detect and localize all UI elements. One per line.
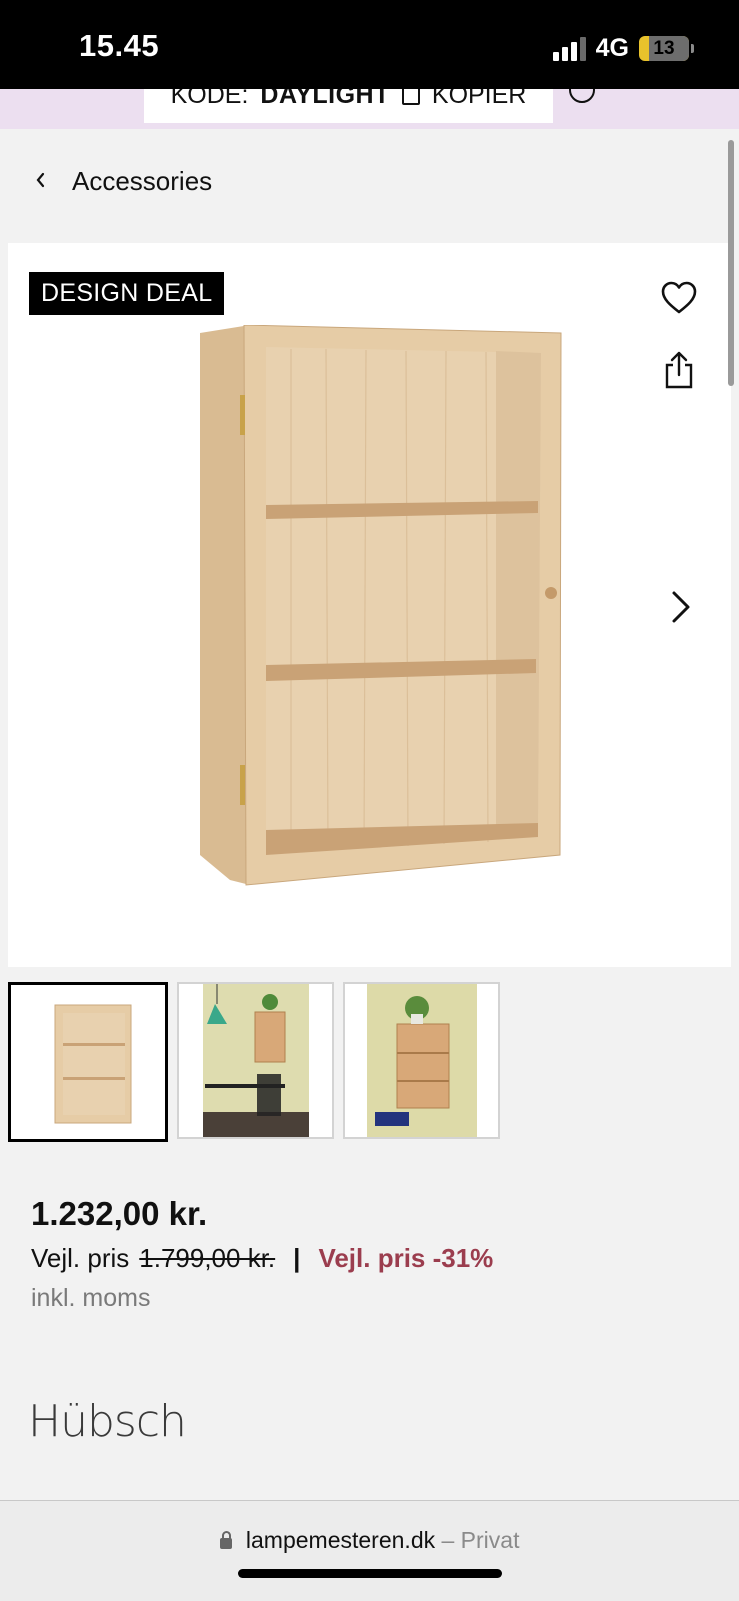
promo-code-box[interactable]: KODE: DAYLIGHT KOPIER	[144, 89, 553, 123]
product-image-gallery: DESIGN DEAL	[8, 243, 731, 967]
chevron-right-icon[interactable]	[666, 587, 696, 627]
status-time: 15.45	[79, 28, 160, 63]
thumbnail-strip	[8, 982, 500, 1142]
address-bar-url[interactable]: lampemesteren.dk – Privat	[0, 1527, 739, 1554]
thumbnail-3[interactable]	[343, 982, 500, 1139]
design-deal-badge: DESIGN DEAL	[29, 272, 225, 315]
thumbnail-2[interactable]	[177, 982, 334, 1139]
status-bar: 15.45 4G 13	[0, 0, 739, 89]
discount-label: Vejl. pris -31%	[318, 1243, 494, 1273]
product-image-cabinet	[200, 325, 562, 886]
status-indicators: 4G 13	[552, 34, 694, 63]
promo-copy-label[interactable]: KOPIER	[432, 89, 526, 110]
breadcrumb-label[interactable]: Accessories	[72, 166, 212, 197]
promo-banner: KODE: DAYLIGHT KOPIER	[0, 89, 739, 129]
home-indicator[interactable]	[238, 1569, 502, 1578]
private-mode-label: – Privat	[441, 1527, 520, 1553]
battery-icon: 13	[639, 36, 694, 61]
vat-note: inkl. moms	[31, 1284, 151, 1312]
copy-icon	[401, 89, 420, 105]
network-type: 4G	[595, 34, 629, 62]
info-icon[interactable]	[569, 89, 595, 103]
lock-icon	[219, 1531, 232, 1549]
cellular-signal-icon	[552, 36, 586, 61]
chevron-left-icon	[34, 168, 50, 196]
product-price: 1.232,00 kr.	[31, 1195, 208, 1232]
promo-code: DAYLIGHT	[260, 89, 390, 109]
page-scrollbar[interactable]	[728, 140, 734, 386]
breadcrumb[interactable]: Accessories	[34, 166, 212, 197]
share-icon[interactable]	[662, 350, 696, 390]
thumbnail-1[interactable]	[8, 982, 168, 1142]
browser-address-bar[interactable]: lampemesteren.dk – Privat	[0, 1500, 739, 1601]
rrp-separator: |	[293, 1243, 301, 1273]
brand-logo[interactable]: Hübsch	[28, 1396, 187, 1447]
rrp-row: Vejl. pris 1.799,00 kr. | Vejl. pris -31…	[31, 1243, 493, 1274]
rrp-old-price: 1.799,00 kr.	[139, 1243, 276, 1273]
battery-level: 13	[653, 38, 675, 59]
favorite-heart-icon[interactable]	[660, 279, 698, 317]
rrp-label: Vejl. pris	[31, 1243, 130, 1273]
url-domain: lampemesteren.dk	[245, 1527, 436, 1553]
promo-code-label: KODE:	[170, 89, 249, 109]
